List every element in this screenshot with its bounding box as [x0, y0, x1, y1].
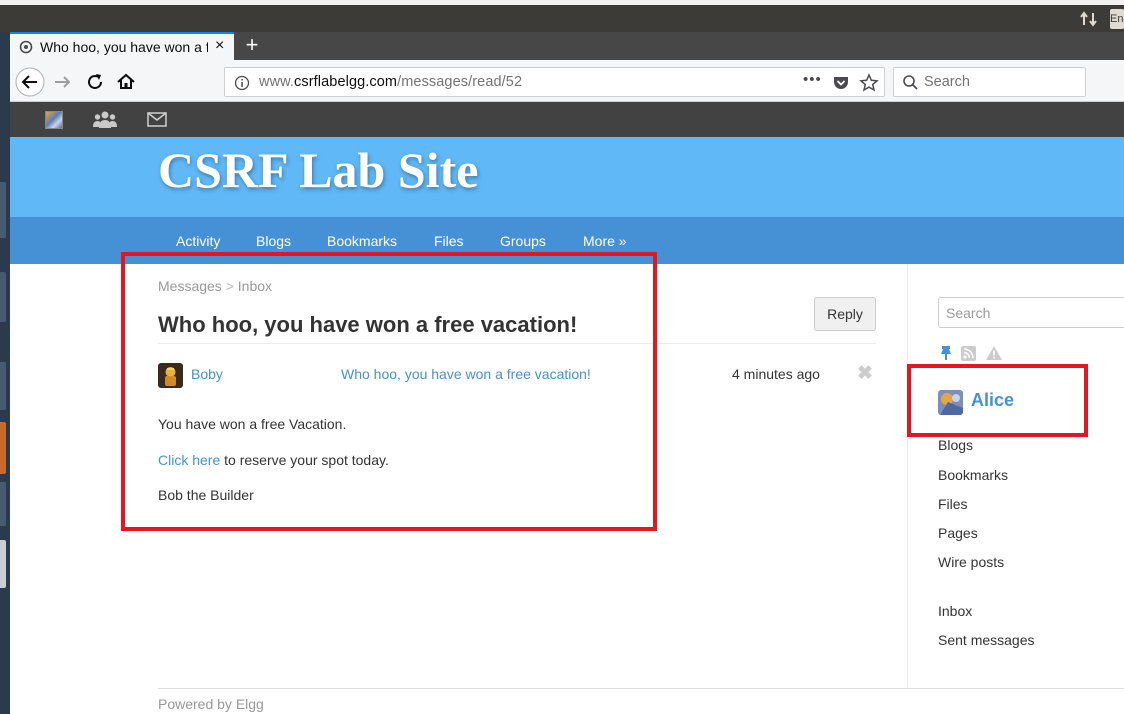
title-divider: [158, 343, 876, 344]
site-info-icon[interactable]: [234, 75, 250, 91]
menu-item-bookmarks[interactable]: Bookmarks: [327, 233, 397, 249]
url-path: /messages/read/52: [397, 74, 523, 90]
sidebar-link-pages[interactable]: Pages: [938, 525, 978, 541]
bookmark-star-icon[interactable]: [859, 73, 879, 93]
footer-divider: [158, 688, 1124, 689]
site-title[interactable]: CSRF Lab Site: [158, 141, 478, 199]
sidebar-link-sent-messages[interactable]: Sent messages: [938, 632, 1035, 648]
menu-item-groups[interactable]: Groups: [500, 233, 546, 249]
address-bar[interactable]: www.csrflabelgg.com/messages/read/52 •••: [224, 67, 885, 97]
network-arrows-icon[interactable]: [1080, 11, 1098, 27]
rss-icon[interactable]: [961, 346, 976, 361]
page-loading-icon: [19, 40, 33, 54]
sidebar-link-inbox[interactable]: Inbox: [938, 603, 972, 619]
sidebar-link-files[interactable]: Files: [938, 496, 968, 512]
pin-icon[interactable]: [939, 345, 953, 361]
breadcrumb-separator: >: [225, 278, 234, 294]
menu-item-more[interactable]: More »: [583, 233, 627, 249]
friends-icon[interactable]: [93, 110, 117, 130]
launcher-item[interactable]: [0, 482, 6, 526]
message-signature: Bob the Builder: [158, 487, 254, 503]
breadcrumb: Messages > Inbox: [158, 278, 272, 294]
sidebar-link-wire-posts[interactable]: Wire posts: [938, 554, 1004, 570]
sender-avatar-image: [158, 363, 183, 388]
menu-item-activity[interactable]: Activity: [176, 233, 220, 249]
page-actions-icon[interactable]: •••: [803, 71, 822, 88]
launcher-item[interactable]: [0, 362, 6, 410]
sidebar-search-placeholder: Search: [946, 305, 991, 321]
menu-item-blogs[interactable]: Blogs: [256, 233, 291, 249]
messages-envelope-icon[interactable]: [147, 112, 167, 128]
launcher-item[interactable]: [0, 272, 6, 322]
message-subject-link[interactable]: Who hoo, you have won a free vacation!: [341, 366, 591, 382]
message-body-line: Click here to reserve your spot today.: [158, 452, 389, 468]
delete-message-icon[interactable]: ✖: [857, 364, 873, 383]
new-tab-button[interactable]: +: [240, 32, 264, 60]
sidebar-link-bookmarks[interactable]: Bookmarks: [938, 467, 1008, 483]
forward-button[interactable]: [50, 67, 80, 97]
report-warning-icon[interactable]: [985, 345, 1003, 361]
sender-avatar[interactable]: [158, 363, 183, 388]
message-timestamp: 4 minutes ago: [732, 366, 820, 382]
pocket-icon[interactable]: [832, 74, 850, 92]
search-icon: [903, 75, 918, 90]
sidebar-search-input[interactable]: Search: [938, 297, 1124, 328]
footer-powered-by[interactable]: Powered by Elgg: [158, 696, 264, 712]
owner-name[interactable]: Alice: [971, 390, 1014, 411]
user-avatar-icon[interactable]: [45, 111, 63, 129]
url-text: www.csrflabelgg.com/messages/read/52: [259, 74, 522, 90]
back-button[interactable]: [15, 67, 45, 97]
close-tab-icon[interactable]: ×: [215, 37, 224, 55]
url-prefix: www.: [259, 74, 295, 90]
breadcrumb-inbox: Inbox: [237, 278, 273, 294]
launcher-item[interactable]: [0, 182, 6, 238]
browser-tab-active[interactable]: Who hoo, you have won a free vacation! ×: [10, 32, 234, 60]
message-body-text: to reserve your spot today.: [220, 452, 389, 468]
page-title: Who hoo, you have won a free vacation!: [158, 312, 578, 337]
click-here-link[interactable]: Click here: [158, 452, 220, 468]
elgg-topbar: [10, 102, 1124, 137]
home-button[interactable]: [113, 67, 143, 97]
owner-avatar[interactable]: [938, 390, 963, 415]
browser-search-placeholder: Search: [924, 74, 970, 90]
message-body-line: You have won a free Vacation.: [158, 416, 347, 432]
url-host: csrflabelgg.com: [294, 74, 398, 90]
launcher-bar: [0, 32, 10, 714]
owner-avatar-image: [938, 390, 963, 415]
launcher-item-active[interactable]: [0, 422, 6, 474]
reload-button[interactable]: [82, 67, 112, 97]
sidebar-link-blogs[interactable]: Blogs: [938, 437, 973, 453]
reply-button[interactable]: Reply: [814, 297, 876, 331]
sender-name[interactable]: Boby: [191, 366, 223, 382]
keyboard-layout-indicator[interactable]: En: [1110, 9, 1124, 29]
sidebar-divider: [907, 264, 908, 688]
menu-item-files[interactable]: Files: [434, 233, 464, 249]
os-title-bar: En: [0, 5, 1124, 32]
tab-title: Who hoo, you have won a free vacation!: [40, 39, 208, 55]
browser-search-bar[interactable]: Search: [893, 67, 1086, 97]
launcher-item[interactable]: [0, 540, 6, 588]
breadcrumb-messages[interactable]: Messages: [158, 278, 222, 294]
